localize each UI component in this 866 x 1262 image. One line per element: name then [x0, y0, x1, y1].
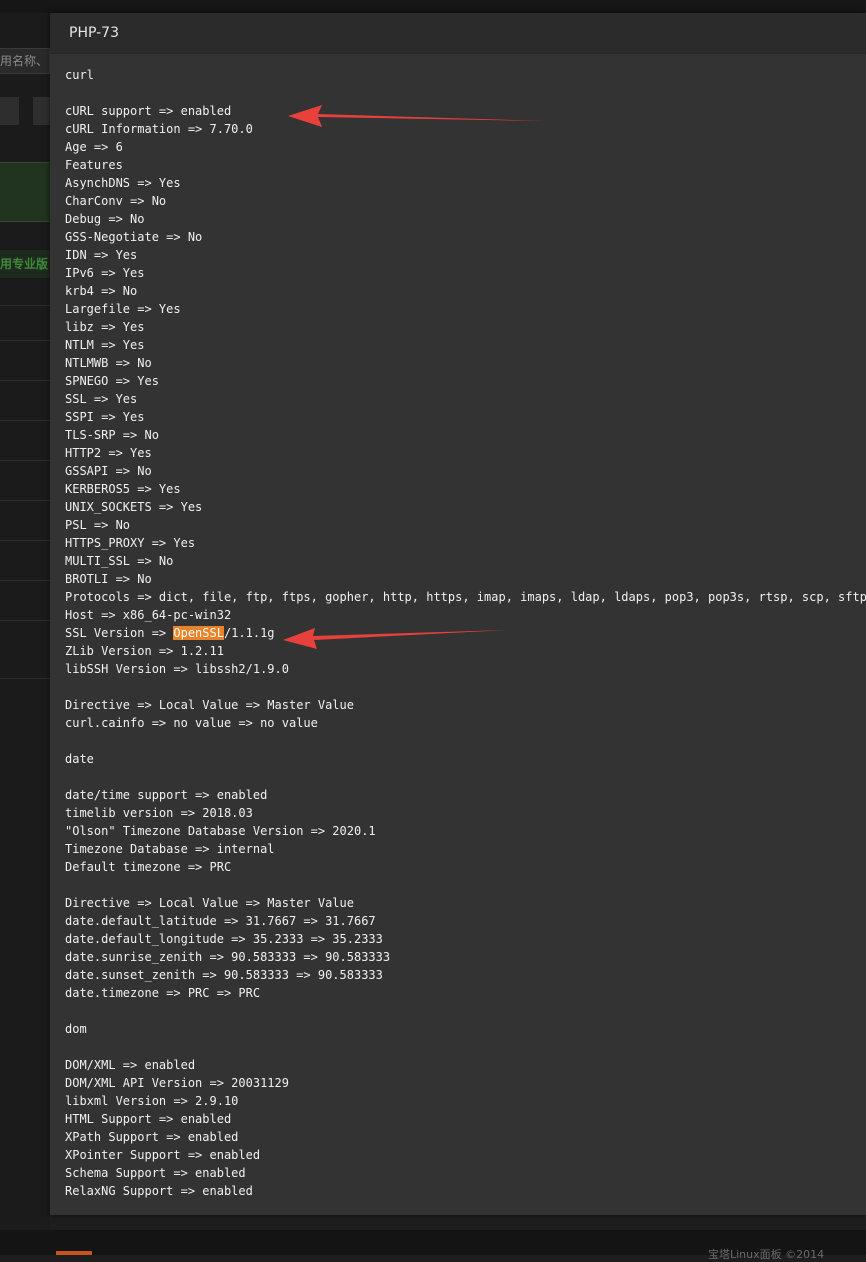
info-line: DOM/XML => enabled: [65, 1058, 196, 1072]
info-line: HTTPS_PROXY => Yes: [65, 536, 196, 550]
ssl-version-label: SSL Version =>: [65, 626, 174, 640]
info-line: Schema Support => enabled: [65, 1166, 246, 1180]
info-line: HTTP2 => Yes: [65, 446, 152, 460]
info-line: SSPI => Yes: [65, 410, 145, 424]
info-line: timelib version => 2018.03: [65, 806, 253, 820]
background-search-input[interactable]: 用名称、: [0, 48, 50, 74]
openssl-highlight: OpenSSL: [173, 626, 224, 640]
info-line: SSL => Yes: [65, 392, 138, 406]
info-line: RelaxNG Support => enabled: [65, 1184, 253, 1198]
info-line: date.timezone => PRC => PRC: [65, 986, 261, 1000]
info-line: MULTI_SSL => No: [65, 554, 174, 568]
info-line: BROTLI => No: [65, 572, 152, 586]
section-heading-curl: curl: [65, 68, 94, 82]
info-line: Largefile => Yes: [65, 302, 181, 316]
info-line: libxml Version => 2.9.10: [65, 1094, 239, 1108]
info-line: libz => Yes: [65, 320, 145, 334]
background-row-divider: [0, 380, 50, 381]
app-footer-text: 宝塔Linux面板 ©2014: [708, 1248, 825, 1261]
info-line: SPNEGO => Yes: [65, 374, 159, 388]
info-line: Features: [65, 158, 123, 172]
section-heading-dom: dom: [65, 1022, 87, 1036]
background-pro-label[interactable]: 用专业版: [0, 250, 50, 278]
info-line: TLS-SRP => No: [65, 428, 159, 442]
info-line: "Olson" Timezone Database Version => 202…: [65, 824, 376, 838]
directive-header: Directive => Local Value => Master Value: [65, 698, 354, 712]
info-line: date.default_latitude => 31.7667 => 31.7…: [65, 914, 376, 928]
info-line: cURL support => enabled: [65, 104, 232, 118]
background-row-divider: [0, 420, 50, 421]
info-line: HTML Support => enabled: [65, 1112, 232, 1126]
info-line: NTLMWB => No: [65, 356, 152, 370]
modal-title: PHP-73: [50, 13, 866, 54]
background-orange-tab[interactable]: [56, 1251, 92, 1255]
background-row-divider: [0, 540, 50, 541]
background-row-divider: [0, 580, 50, 581]
background-button[interactable]: [33, 97, 50, 125]
phpinfo-modal: PHP-73 curl cURL support => enabled cURL…: [50, 13, 866, 1215]
info-line: IPv6 => Yes: [65, 266, 145, 280]
info-line: Default timezone => PRC: [65, 860, 232, 874]
info-line: krb4 => No: [65, 284, 138, 298]
background-row-divider: [0, 460, 50, 461]
info-line: Timezone Database => internal: [65, 842, 275, 856]
info-line: AsynchDNS => Yes: [65, 176, 181, 190]
info-line: PSL => No: [65, 518, 131, 532]
info-line: XPath Support => enabled: [65, 1130, 239, 1144]
phpinfo-content: curl cURL support => enabled cURL Inform…: [50, 66, 866, 1200]
info-line: date.sunrise_zenith => 90.583333 => 90.5…: [65, 950, 391, 964]
directive-header: Directive => Local Value => Master Value: [65, 896, 354, 910]
info-line: date.default_longitude => 35.2333 => 35.…: [65, 932, 383, 946]
info-line: DOM/XML API Version => 20031129: [65, 1076, 289, 1090]
info-line: Age => 6: [65, 140, 123, 154]
info-line: ZLib Version => 1.2.11: [65, 644, 224, 658]
info-line: date.sunset_zenith => 90.583333 => 90.58…: [65, 968, 383, 982]
info-line: libSSH Version => libssh2/1.9.0: [65, 662, 289, 676]
info-line: cURL Information => 7.70.0: [65, 122, 253, 136]
info-line: Debug => No: [65, 212, 145, 226]
info-line: date/time support => enabled: [65, 788, 268, 802]
info-line: IDN => Yes: [65, 248, 138, 262]
ssl-version-line: SSL Version => OpenSSL/1.1.1g: [65, 624, 866, 642]
info-line: NTLM => Yes: [65, 338, 145, 352]
info-line: UNIX_SOCKETS => Yes: [65, 500, 203, 514]
background-row-divider: [0, 620, 50, 621]
background-row-divider: [0, 340, 50, 341]
app-top-bar: [0, 0, 866, 13]
section-heading-date: date: [65, 752, 94, 766]
info-line: Protocols => dict, file, ftp, ftps, goph…: [65, 590, 866, 604]
background-row-divider: [0, 500, 50, 501]
info-line: KERBEROS5 => Yes: [65, 482, 181, 496]
ssl-version-value: /1.1.1g: [223, 626, 275, 640]
info-line: curl.cainfo => no value => no value: [65, 716, 318, 730]
background-button[interactable]: [0, 97, 19, 125]
background-row-divider: [0, 305, 50, 306]
background-row-divider: [0, 678, 50, 679]
background-banner: [0, 162, 50, 222]
info-line: Host => x86_64-pc-win32: [65, 608, 232, 622]
info-line: GSS-Negotiate => No: [65, 230, 203, 244]
info-line: CharConv => No: [65, 194, 167, 208]
info-line: GSSAPI => No: [65, 464, 152, 478]
info-line: XPointer Support => enabled: [65, 1148, 261, 1162]
